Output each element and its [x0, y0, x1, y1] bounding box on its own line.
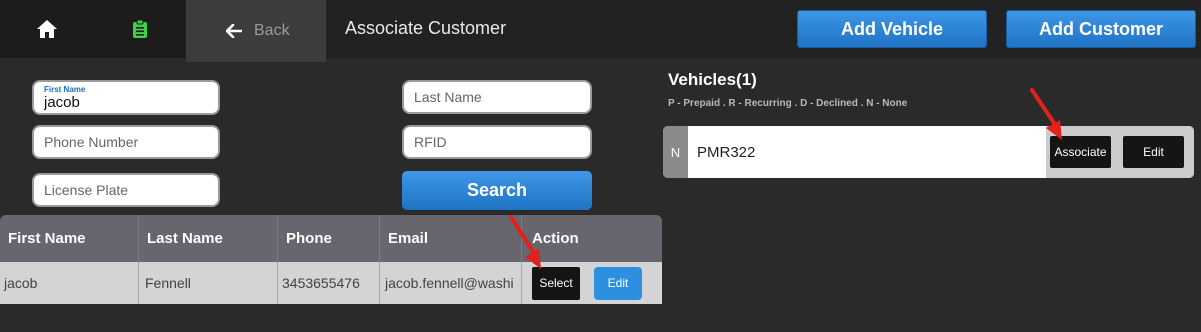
annotation-arrow-icon [1030, 88, 1062, 140]
cell-first-name: jacob [0, 262, 139, 304]
home-icon [37, 20, 57, 38]
annotation-arrow-icon [509, 215, 541, 269]
add-vehicle-button[interactable]: Add Vehicle [797, 10, 987, 48]
license-plate-input[interactable] [34, 175, 218, 205]
rfid-field[interactable] [402, 125, 592, 159]
search-button[interactable]: Search [402, 171, 592, 210]
tasks-button[interactable] [94, 0, 186, 58]
first-name-floating-label: First Name [44, 85, 86, 94]
table-row: jacob Fennell 3453655476 jacob.fennell@w… [0, 262, 662, 304]
column-header-phone: Phone [278, 215, 380, 262]
vehicle-actions: Associate Edit [1046, 126, 1194, 178]
vehicles-title: Vehicles(1) [668, 70, 757, 89]
column-header-first-name: First Name [0, 215, 139, 262]
cell-phone: 3453655476 [278, 262, 380, 304]
back-label: Back [254, 22, 290, 39]
home-button[interactable] [0, 0, 94, 58]
vehicle-plate: PMR322 [697, 143, 756, 161]
page-title: Associate Customer [345, 18, 507, 38]
last-name-field[interactable] [402, 80, 592, 114]
top-bar: Back Associate Customer Add Vehicle Add … [0, 0, 1201, 62]
table-header: First Name Last Name Phone Email Action [0, 215, 662, 262]
last-name-input[interactable] [404, 82, 590, 112]
customer-results-table: First Name Last Name Phone Email Action … [0, 215, 662, 304]
column-header-email: Email [380, 215, 522, 262]
first-name-field[interactable]: First Name [32, 80, 220, 115]
cell-last-name: Fennell [139, 262, 278, 304]
vehicle-type-badge: N [663, 126, 688, 178]
add-customer-button[interactable]: Add Customer [1006, 10, 1196, 48]
vehicle-type-legend: P - Prepaid . R - Recurring . D - Declin… [668, 98, 908, 109]
phone-number-field[interactable] [32, 125, 220, 159]
back-button[interactable]: Back [186, 0, 326, 62]
clipboard-icon [133, 19, 147, 38]
column-header-last-name: Last Name [139, 215, 278, 262]
edit-vehicle-button[interactable]: Edit [1123, 136, 1184, 168]
rfid-input[interactable] [404, 127, 590, 157]
vehicle-card: N PMR322 Associate Edit [663, 126, 1194, 178]
license-plate-field[interactable] [32, 173, 220, 207]
edit-customer-button[interactable]: Edit [594, 266, 642, 300]
arrow-left-icon [226, 24, 242, 38]
phone-number-input[interactable] [34, 127, 218, 157]
cell-email: jacob.fennell@washi [380, 262, 522, 304]
